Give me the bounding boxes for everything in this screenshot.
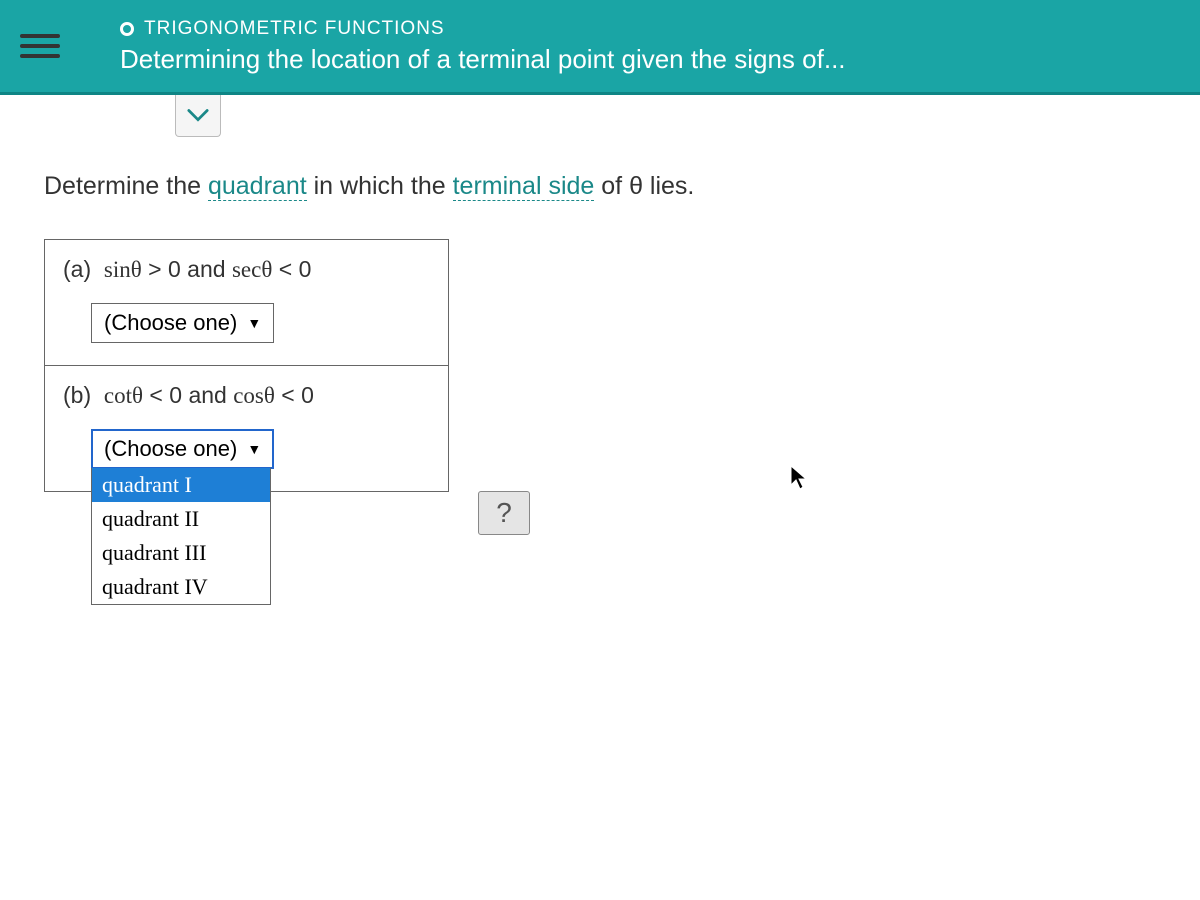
category-label: TRIGONOMETRIC FUNCTIONS <box>120 18 1180 40</box>
content-area: Determine the quadrant in which the term… <box>0 95 1200 900</box>
link-terminal-side[interactable]: terminal side <box>453 172 595 201</box>
part-b-dropdown-list: quadrant I quadrant II quadrant III quad… <box>91 468 271 605</box>
category-dot-icon <box>120 22 134 36</box>
mouse-cursor-icon <box>790 465 808 496</box>
title-area: TRIGONOMETRIC FUNCTIONS Determining the … <box>120 18 1180 75</box>
dropdown-option-quadrant-i[interactable]: quadrant I <box>92 468 270 502</box>
expand-button[interactable] <box>175 95 221 137</box>
part-b-dropdown-label: (Choose one) <box>104 436 237 462</box>
problem-box: (a) sinθ > 0 and secθ < 0 (Choose one) ▼… <box>44 239 449 492</box>
chevron-down-icon <box>187 108 209 124</box>
part-b: (b) cotθ < 0 and cosθ < 0 (Choose one) ▼… <box>45 366 448 491</box>
part-a-dropdown[interactable]: (Choose one) ▼ <box>91 303 274 343</box>
help-icon: ? <box>496 497 512 529</box>
part-a-label: (a) sinθ > 0 and secθ < 0 <box>63 256 430 283</box>
link-quadrant[interactable]: quadrant <box>208 172 307 201</box>
question-text: Determine the quadrant in which the term… <box>44 172 1200 201</box>
help-button[interactable]: ? <box>478 491 530 535</box>
part-b-dropdown[interactable]: (Choose one) ▼ <box>91 429 274 469</box>
triangle-down-icon: ▼ <box>247 441 261 457</box>
hamburger-icon[interactable] <box>20 26 60 66</box>
dropdown-option-quadrant-ii[interactable]: quadrant II <box>92 502 270 536</box>
category-text: TRIGONOMETRIC FUNCTIONS <box>144 18 445 40</box>
part-b-label: (b) cotθ < 0 and cosθ < 0 <box>63 382 430 409</box>
part-a-dropdown-label: (Choose one) <box>104 310 237 336</box>
part-a: (a) sinθ > 0 and secθ < 0 (Choose one) ▼ <box>45 240 448 366</box>
triangle-down-icon: ▼ <box>247 315 261 331</box>
header-bar: TRIGONOMETRIC FUNCTIONS Determining the … <box>0 0 1200 95</box>
dropdown-option-quadrant-iv[interactable]: quadrant IV <box>92 570 270 604</box>
dropdown-option-quadrant-iii[interactable]: quadrant III <box>92 536 270 570</box>
page-title: Determining the location of a terminal p… <box>120 44 1180 75</box>
